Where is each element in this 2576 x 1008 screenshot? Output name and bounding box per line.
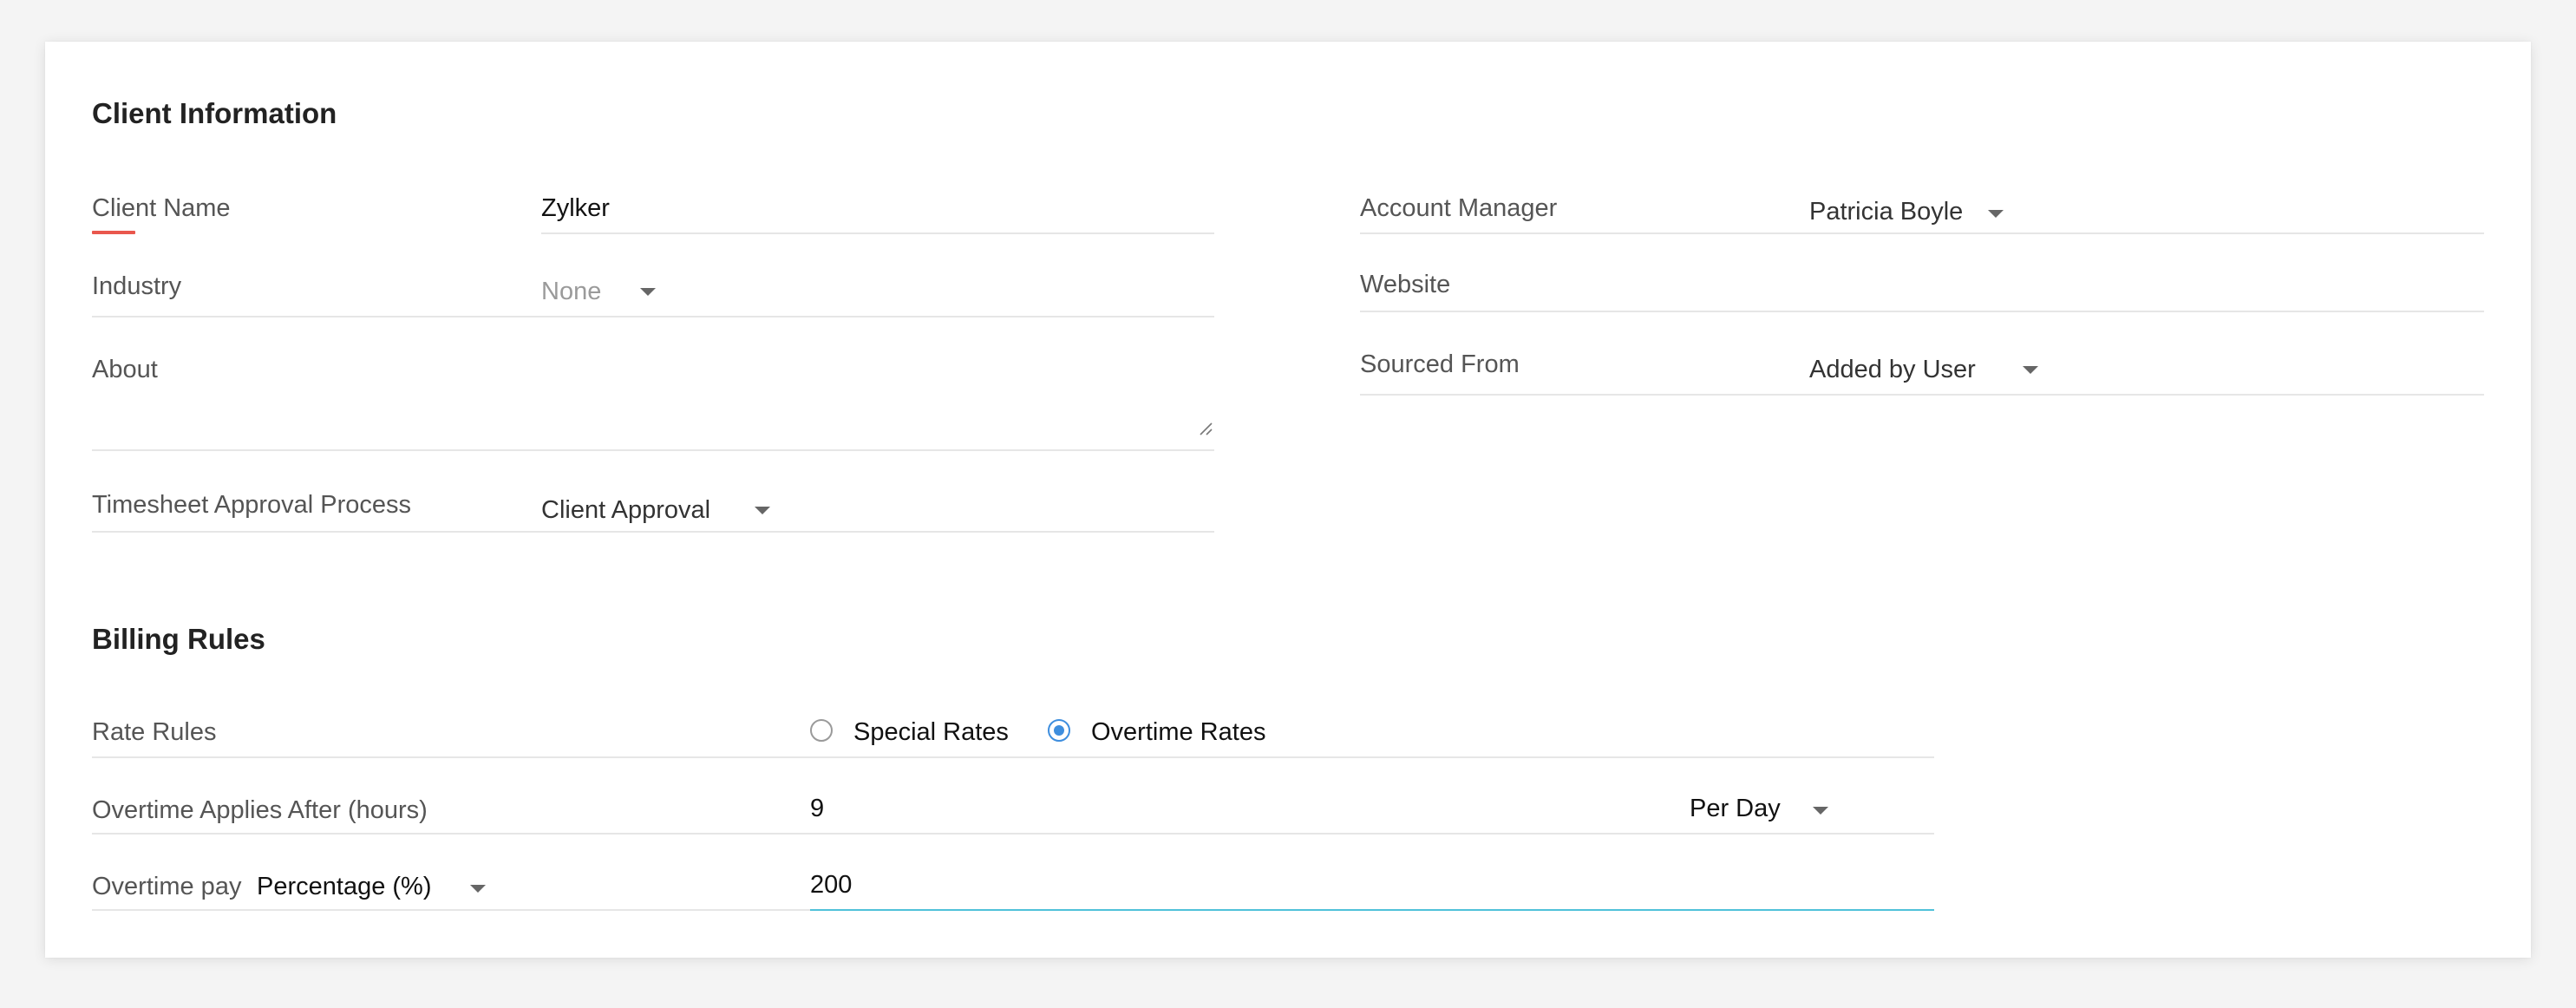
client-name-label: Client Name (92, 194, 231, 222)
caret-down-icon (755, 507, 770, 514)
industry-underline (92, 316, 1214, 317)
overtime-pay-value-input[interactable]: 200 (810, 871, 852, 900)
special-rates-label[interactable]: Special Rates (853, 718, 1009, 747)
about-label: About (92, 356, 158, 383)
timesheet-approval-selected-value: Client Approval (541, 496, 711, 524)
overtime-rates-radio[interactable] (1048, 719, 1070, 742)
timesheet-approval-dropdown[interactable]: Client Approval (541, 484, 1214, 527)
account-manager-dropdown[interactable]: Patricia Boyle (1809, 189, 2484, 232)
caret-down-icon (2023, 366, 2038, 374)
sourced-from-selected-value: Added by User (1809, 356, 1976, 383)
about-textarea[interactable] (92, 389, 1214, 479)
client-form-card: Client Information Client Name Zylker In… (45, 42, 2531, 958)
overtime-applies-after-label: Overtime Applies After (hours) (92, 796, 428, 824)
caret-down-icon (1988, 210, 2004, 218)
overtime-hours-input[interactable]: 9 (810, 795, 824, 823)
resize-handle-icon[interactable] (1199, 422, 1213, 435)
rate-rules-label: Rate Rules (92, 718, 217, 746)
billing-rules-heading: Billing Rules (92, 623, 265, 655)
account-manager-underline (1360, 232, 2484, 234)
timesheet-approval-label: Timesheet Approval Process (92, 491, 412, 519)
about-underline (92, 449, 1214, 451)
sourced-from-label: Sourced From (1360, 350, 1520, 378)
website-underline (1360, 311, 2484, 312)
caret-down-icon (470, 885, 486, 893)
overtime-period-dropdown[interactable]: Per Day (1690, 788, 1934, 831)
caret-down-icon (1813, 807, 1828, 815)
required-field-indicator (92, 231, 135, 234)
industry-label: Industry (92, 272, 182, 300)
rate-rules-underline (92, 756, 1934, 758)
account-manager-label: Account Manager (1360, 194, 1558, 222)
website-input[interactable] (1809, 265, 2484, 305)
client-information-heading: Client Information (92, 97, 337, 129)
website-label: Website (1360, 271, 1451, 298)
overtime-period-selected-value: Per Day (1690, 795, 1781, 822)
account-manager-selected-value: Patricia Boyle (1809, 198, 1964, 226)
overtime-pay-type-dropdown[interactable]: Percentage (%) (257, 866, 486, 909)
industry-selected-value: None (541, 278, 602, 305)
overtime-rates-label[interactable]: Overtime Rates (1091, 718, 1265, 747)
client-name-underline (541, 232, 1214, 234)
overtime-pay-value-underline-focused (810, 909, 1934, 911)
special-rates-radio[interactable] (810, 719, 833, 742)
industry-dropdown[interactable]: None (541, 269, 1214, 312)
timesheet-approval-underline (92, 531, 1214, 533)
client-name-input[interactable]: Zylker (541, 194, 610, 223)
caret-down-icon (640, 288, 656, 296)
overtime-pay-label: Overtime pay (92, 873, 242, 900)
sourced-from-underline (1360, 394, 2484, 396)
overtime-applies-after-underline (92, 833, 1934, 835)
overtime-pay-type-selected-value: Percentage (%) (257, 873, 432, 900)
overtime-pay-type-underline (92, 909, 810, 911)
sourced-from-dropdown[interactable]: Added by User (1809, 345, 2484, 389)
